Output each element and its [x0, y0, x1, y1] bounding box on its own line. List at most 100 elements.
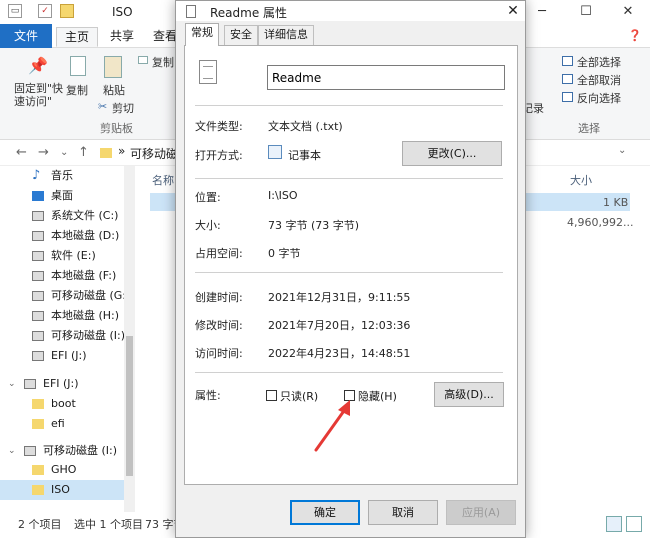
expand-chevron-icon[interactable]: ⌄ — [8, 374, 16, 394]
drive-icon — [32, 311, 44, 321]
up-icon[interactable]: ↑ — [78, 145, 89, 160]
drive-icon — [32, 291, 44, 301]
nav-item-boot[interactable]: boot — [0, 394, 125, 414]
drive-icon — [32, 331, 44, 341]
select-none-icon[interactable] — [562, 74, 573, 84]
divider — [195, 105, 503, 106]
back-icon[interactable]: ← — [16, 145, 27, 160]
nav-item-drive-h[interactable]: 本地磁盘 (H:) — [0, 306, 125, 326]
column-header-name[interactable]: 名称 — [152, 172, 174, 188]
copy-label[interactable]: 复制 — [66, 82, 88, 98]
paste-label[interactable]: 粘贴 — [103, 82, 125, 98]
pin-label[interactable]: 固定到"快 速访问" — [14, 82, 64, 108]
desktop-icon — [32, 191, 44, 201]
nav-item-drive-i-root[interactable]: ⌄ 可移动磁盘 (I:) — [0, 441, 125, 461]
navigation-pane: ♪ 音乐 桌面 系统文件 (C:) 本地磁盘 (D:) 软件 (E:) 本地磁盘 … — [0, 166, 135, 512]
scissors-icon[interactable]: ✂ — [98, 100, 107, 113]
hidden-label[interactable]: 隐藏(H) — [358, 388, 397, 404]
copy-path-label[interactable]: 复制 — [152, 54, 174, 70]
copy-path-icon[interactable] — [138, 56, 148, 64]
large-icons-view-icon[interactable] — [626, 516, 642, 532]
created-label: 创建时间: — [195, 291, 243, 304]
folder-icon — [32, 419, 44, 429]
maximize-button[interactable]: ☐ — [566, 2, 606, 22]
dialog-close-button[interactable]: ✕ — [501, 1, 525, 21]
nav-item-desktop[interactable]: 桌面 — [0, 186, 125, 206]
tab-home[interactable]: 主页 — [56, 27, 99, 47]
address-dropdown-icon[interactable]: ⌄ — [618, 145, 626, 156]
tab-security[interactable]: 安全 — [224, 25, 258, 45]
row-1-size: 1 KB — [603, 196, 629, 209]
details-view-icon[interactable] — [606, 516, 622, 532]
file-type-label: 文件类型: — [195, 120, 243, 133]
tab-general[interactable]: 常规 — [185, 23, 219, 46]
nav-item-drive-i[interactable]: 可移动磁盘 (I:) — [0, 326, 125, 346]
minimize-button[interactable]: ─ — [522, 2, 562, 22]
change-button[interactable]: 更改(C)... — [402, 141, 502, 166]
folder-icon — [32, 465, 44, 475]
properties-dialog: Readme 属性 ✕ 常规 安全 详细信息 文件类型: 文本文档 (.txt)… — [175, 0, 526, 538]
tab-file[interactable]: 文件 — [0, 24, 52, 48]
open-with-label: 打开方式: — [195, 149, 243, 162]
select-all-icon[interactable] — [562, 56, 573, 66]
invert-select-label[interactable]: 反向选择 — [577, 90, 621, 106]
column-header-size[interactable]: 大小 — [570, 172, 592, 188]
breadcrumb-separator[interactable]: » — [118, 144, 125, 158]
explorer-close-button[interactable]: ✕ — [608, 2, 648, 22]
help-icon[interactable]: ❓ — [620, 27, 650, 47]
modified-value: 2021年7月20日，12:03:36 — [268, 319, 411, 332]
file-name-input[interactable] — [267, 65, 505, 90]
size-label: 大小: — [195, 219, 221, 232]
nav-item-iso[interactable]: ISO — [0, 480, 125, 500]
open-with-value: 记事本 — [288, 149, 321, 162]
select-none-label[interactable]: 全部取消 — [577, 72, 621, 88]
copy-icon[interactable] — [70, 56, 86, 76]
accessed-label: 访问时间: — [195, 347, 243, 360]
recent-chevron-icon[interactable]: ⌄ — [60, 147, 68, 158]
nav-item-drive-c[interactable]: 系统文件 (C:) — [0, 206, 125, 226]
tab-details[interactable]: 详细信息 — [258, 25, 314, 45]
dialog-titlebar[interactable]: Readme 属性 ✕ — [176, 1, 525, 21]
cut-label[interactable]: 剪切 — [112, 100, 134, 116]
cancel-button[interactable]: 取消 — [368, 500, 438, 525]
nav-item-drive-g[interactable]: 可移动磁盘 (G:) — [0, 286, 130, 306]
readonly-checkbox[interactable] — [266, 390, 277, 401]
expand-chevron-icon[interactable]: ⌄ — [8, 441, 16, 461]
apply-button[interactable]: 应用(A) — [446, 500, 516, 525]
divider — [195, 178, 503, 179]
forward-icon[interactable]: → — [38, 145, 49, 160]
drive-icon — [24, 379, 36, 389]
modified-label: 修改时间: — [195, 319, 243, 332]
nav-scroll-thumb[interactable] — [126, 336, 133, 476]
select-all-label[interactable]: 全部选择 — [577, 54, 621, 70]
nav-item-drive-f[interactable]: 本地磁盘 (F:) — [0, 266, 125, 286]
row-2-size: 4,960,992... — [567, 216, 634, 229]
nav-item-drive-d[interactable]: 本地磁盘 (D:) — [0, 226, 125, 246]
disk-size-value: 0 字节 — [268, 247, 301, 260]
tab-share[interactable]: 共享 — [102, 27, 142, 47]
ok-button[interactable]: 确定 — [290, 500, 360, 525]
quick-access-icon[interactable]: ▭ — [8, 4, 22, 18]
location-label: 位置: — [195, 191, 221, 204]
location-value: I:\ISO — [268, 189, 298, 202]
folder-icon — [32, 485, 44, 495]
nav-item-drive-j-root[interactable]: ⌄ EFI (J:) — [0, 374, 125, 394]
drive-icon — [24, 446, 36, 456]
divider — [195, 372, 503, 373]
nav-item-efi[interactable]: efi — [0, 414, 125, 434]
advanced-button[interactable]: 高级(D)... — [434, 382, 504, 407]
properties-check-icon[interactable]: ✓ — [38, 4, 52, 18]
folder-icon — [32, 399, 44, 409]
pin-icon[interactable]: 📌 — [28, 56, 48, 76]
created-value: 2021年12月31日，9:11:55 — [268, 291, 411, 304]
nav-item-drive-e[interactable]: 软件 (E:) — [0, 246, 125, 266]
invert-select-icon[interactable] — [562, 92, 573, 102]
paste-icon[interactable] — [104, 56, 122, 78]
folder-icon[interactable] — [60, 4, 74, 18]
nav-item-drive-j[interactable]: EFI (J:) — [0, 346, 125, 366]
nav-item-gho[interactable]: GHO — [0, 460, 125, 480]
address-folder-icon — [100, 148, 112, 158]
drive-icon — [32, 271, 44, 281]
nav-item-music[interactable]: ♪ 音乐 — [0, 166, 125, 186]
notepad-icon — [268, 145, 282, 159]
